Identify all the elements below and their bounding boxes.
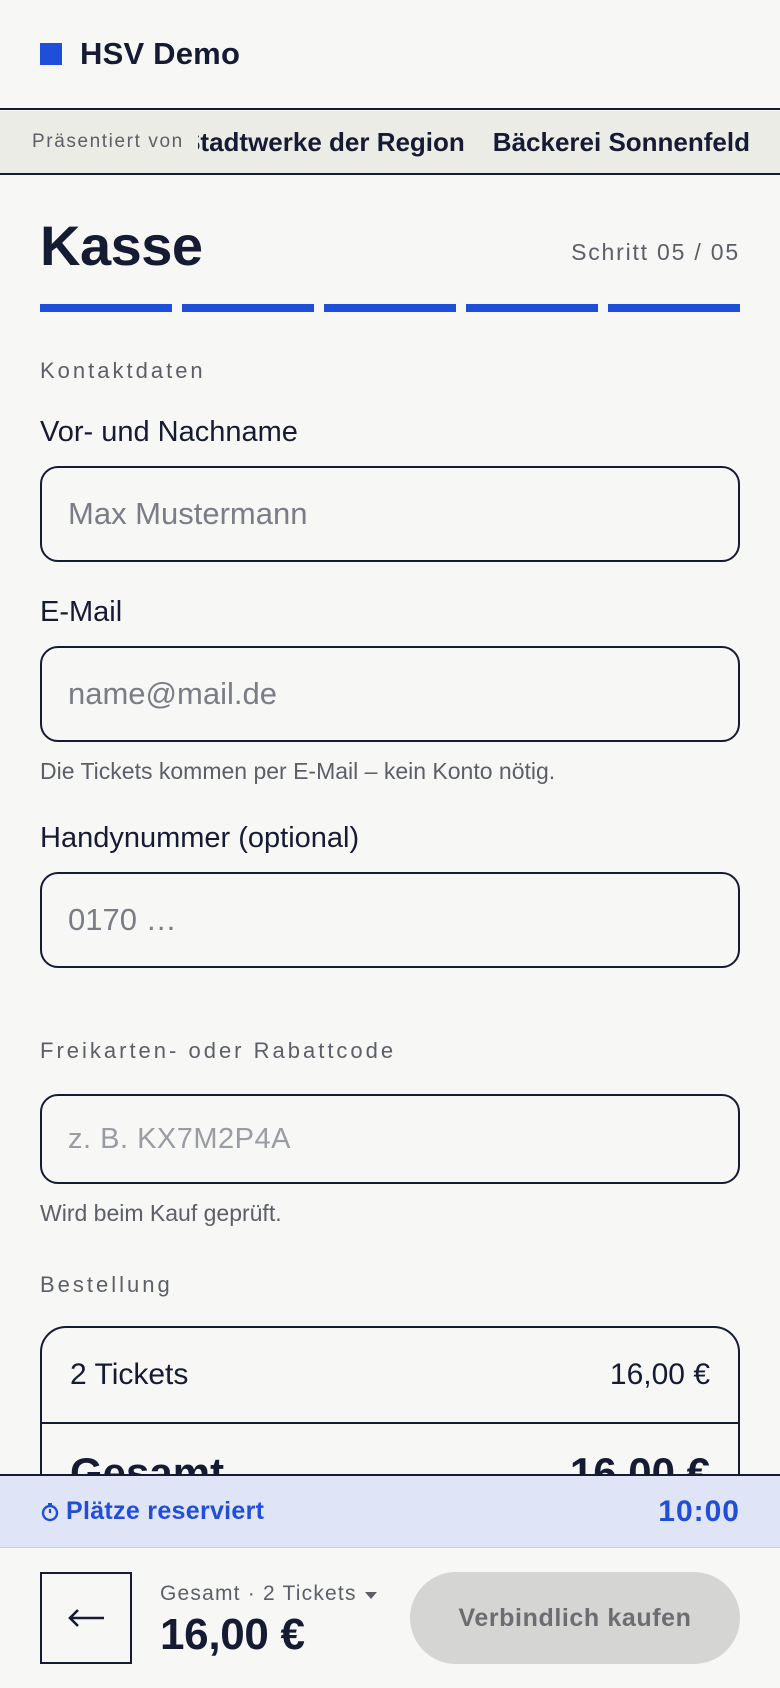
progress-segment [608, 304, 740, 312]
page-title: Kasse [40, 213, 203, 277]
reservation-label: Plätze reserviert [66, 1497, 265, 1525]
reservation-status: Plätze reserviert [40, 1497, 264, 1526]
sponsor-name: Bäckerei Sonnenfeld [492, 126, 750, 157]
step-progress-bar [40, 304, 740, 312]
name-label: Vor- und Nachname [40, 416, 298, 448]
phone-label: Handynummer (optional) [40, 822, 360, 854]
app-header: HSV Demo [0, 0, 780, 110]
total-summary-toggle[interactable]: Gesamt · 2 Tickets 16,00 € [160, 1582, 377, 1660]
section-order: Bestellung [40, 1272, 173, 1297]
section-contact: Kontaktdaten [40, 358, 206, 383]
progress-segment [324, 304, 456, 312]
brand-name[interactable]: HSV Demo [80, 36, 240, 72]
checkout-page: HSV Demo Präsentiert von Stadtwerke der … [0, 0, 780, 1688]
caret-down-icon [364, 1591, 377, 1599]
back-button[interactable] [40, 1572, 132, 1664]
total-caption: Gesamt · 2 Tickets [160, 1582, 377, 1606]
total-caption-text: Gesamt · 2 Tickets [160, 1582, 357, 1605]
progress-segment [466, 304, 598, 312]
sponsor-label: Präsentiert von [0, 111, 198, 173]
reservation-bar: Plätze reserviert 10:00 [0, 1474, 780, 1548]
voucher-hint: Wird beim Kauf geprüft. [40, 1200, 282, 1226]
sponsor-names: Stadtwerke der Region Bäckerei Sonnenfel… [198, 111, 750, 173]
email-label: E-Mail [40, 596, 123, 628]
arrow-left-icon [68, 1609, 104, 1627]
sponsor-name: Stadtwerke der Region [197, 126, 465, 157]
order-row-tickets: 2 Tickets 16,00 € [42, 1328, 738, 1422]
sponsor-bar: Präsentiert von Stadtwerke der Region Bä… [0, 111, 780, 175]
name-input[interactable] [40, 466, 740, 562]
step-indicator: Schritt 05 / 05 [571, 238, 740, 265]
progress-segment [182, 304, 314, 312]
progress-segment [40, 304, 172, 312]
buy-button[interactable]: Verbindlich kaufen [410, 1572, 740, 1664]
email-hint: Die Tickets kommen per E-Mail – kein Kon… [40, 758, 556, 784]
sponsor-ticker: Stadtwerke der Region Bäckerei Sonnenfel… [198, 111, 780, 173]
voucher-code-input[interactable] [40, 1094, 740, 1184]
stopwatch-icon [41, 1502, 59, 1521]
order-row-value: 16,00 € [609, 1358, 710, 1391]
brand-square-icon [40, 43, 62, 65]
bottom-action-bar: Gesamt · 2 Tickets 16,00 € Verbindlich k… [0, 1548, 780, 1688]
reservation-timer: 10:00 [658, 1494, 740, 1528]
total-amount: 16,00 € [160, 1610, 305, 1659]
email-input[interactable] [40, 646, 740, 742]
section-voucher: Freikarten- oder Rabattcode [40, 1038, 397, 1063]
order-row-label: 2 Tickets [70, 1358, 189, 1391]
title-row: Kasse Schritt 05 / 05 [40, 210, 740, 280]
phone-input[interactable] [40, 872, 740, 968]
